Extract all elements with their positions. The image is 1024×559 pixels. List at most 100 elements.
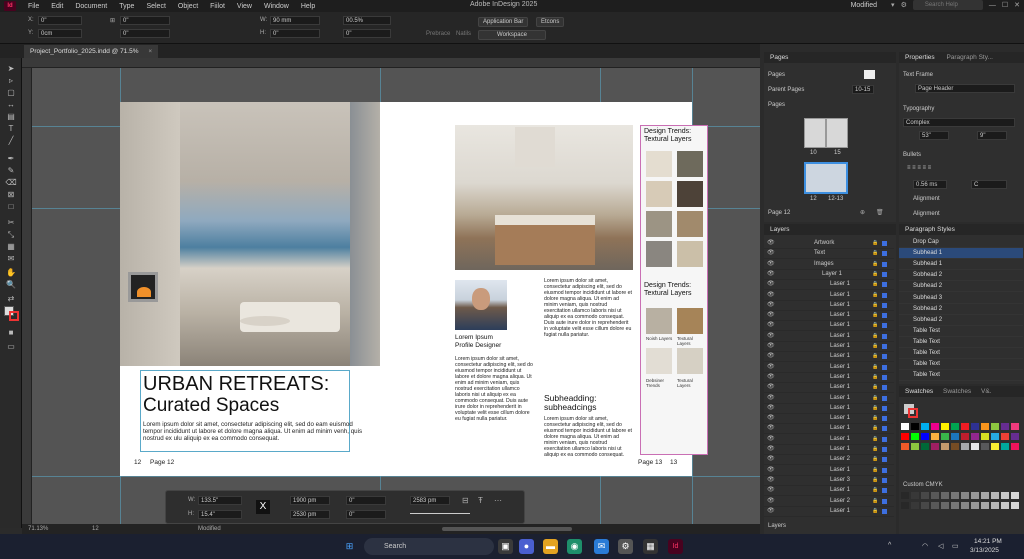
color-swatch[interactable] (981, 423, 989, 430)
angle-input[interactable]: 0" (120, 16, 170, 25)
x-social-icon[interactable]: X (256, 500, 270, 514)
gray-swatch[interactable] (1011, 492, 1019, 499)
color-swatch[interactable] (1001, 423, 1009, 430)
color-swatch[interactable] (1011, 423, 1019, 430)
gray-swatch[interactable] (911, 492, 919, 499)
color-swatch[interactable] (911, 423, 919, 430)
selection-tool-icon[interactable]: ➤ (5, 64, 17, 74)
gray-swatch[interactable] (1001, 492, 1009, 499)
bottom-extra-input[interactable]: 2583 pm (410, 496, 450, 505)
bottom-y-input[interactable]: 0" (346, 496, 386, 505)
paragraph-style-item[interactable]: Table Text (899, 359, 1023, 371)
left-page[interactable]: URBAN RETREATS: Curated Spaces Lorem ips… (120, 102, 400, 476)
bullets-section[interactable]: Bullets (903, 152, 921, 158)
indent-unit-dropdown[interactable]: C (971, 180, 1007, 189)
color-swatch[interactable] (931, 443, 939, 450)
y-input[interactable]: 0cm (38, 29, 82, 38)
gray-swatch[interactable] (911, 502, 919, 509)
gray-swatch[interactable] (961, 502, 969, 509)
apply-color-icon[interactable]: ■ (5, 328, 17, 338)
color-swatch[interactable] (991, 443, 999, 450)
menu-document[interactable]: Document (69, 3, 113, 10)
tab-paragraph-styles[interactable]: Paragraph Sty... (946, 54, 993, 61)
color-swatch[interactable] (981, 433, 989, 440)
close-icon[interactable]: ✕ (1014, 1, 1020, 9)
color-swatch[interactable] (971, 423, 979, 430)
bottom-h-input[interactable]: 15.4" (198, 510, 242, 519)
gray-swatch[interactable] (921, 492, 929, 499)
color-swatch[interactable] (951, 443, 959, 450)
teams-icon[interactable]: ● (519, 539, 534, 554)
color-swatch[interactable] (901, 433, 909, 440)
color-swatch[interactable] (941, 443, 949, 450)
workspace-dropdown[interactable]: Workspace (478, 30, 546, 40)
horizontal-ruler[interactable] (22, 58, 760, 68)
paragraph-style-item[interactable]: Table Text (899, 370, 1023, 382)
stroke-line-preview[interactable] (410, 513, 470, 514)
paragraph-style-item[interactable]: Table Test (899, 326, 1023, 337)
stroke-color-icon[interactable] (9, 311, 19, 321)
color-swatch[interactable] (911, 443, 919, 450)
pasteboard-canvas[interactable]: URBAN RETREATS: Curated Spaces Lorem ips… (32, 68, 760, 524)
color-swatch[interactable] (941, 433, 949, 440)
gray-swatch[interactable] (951, 492, 959, 499)
leading-input[interactable]: 9" (977, 131, 1007, 140)
color-swatch[interactable] (1011, 443, 1019, 450)
task-view-icon[interactable]: ▣ (498, 539, 513, 554)
menu-file[interactable]: File (22, 3, 45, 10)
bottom-w2-input[interactable]: 1900 pm (290, 496, 330, 505)
clock-time[interactable]: 14:21 PM (974, 538, 1002, 545)
page-header-field[interactable]: Page Header (915, 84, 1015, 93)
gray-swatch[interactable] (901, 502, 909, 509)
hand-tool-icon[interactable]: ✋ (5, 268, 17, 278)
preset-natils[interactable]: Natils (456, 31, 471, 37)
wifi-icon[interactable]: ◠ (922, 542, 928, 550)
paragraph-style-item[interactable]: Sobhead 2 (899, 270, 1023, 282)
gray-swatch[interactable] (971, 502, 979, 509)
tab-swatches-2[interactable]: Swatches (943, 388, 971, 395)
color-swatch[interactable] (1001, 443, 1009, 450)
edge-browser-icon[interactable]: ◉ (567, 539, 582, 554)
paragraph-style-item[interactable]: Subhead 3 (899, 293, 1023, 304)
swatch-stroke-icon[interactable] (908, 408, 918, 418)
page-thumbnail[interactable] (804, 118, 826, 148)
color-swatch[interactable] (1011, 433, 1019, 440)
color-swatch[interactable] (921, 433, 929, 440)
color-swatch[interactable] (911, 433, 919, 440)
swap-fill-stroke-icon[interactable]: ⇄ (5, 294, 17, 304)
color-swatch[interactable] (991, 423, 999, 430)
layer-row[interactable]: 👁 Laser 1 🔒 (764, 506, 894, 517)
menu-help[interactable]: Help (295, 3, 321, 10)
gray-swatch[interactable] (941, 502, 949, 509)
gray-swatch[interactable] (1001, 502, 1009, 509)
windows-start-icon[interactable]: ⊞ (342, 539, 357, 554)
paragraph-style-item[interactable]: Subhead 2 (899, 281, 1023, 293)
color-swatch[interactable] (941, 423, 949, 430)
paragraph-style-item[interactable]: Drop Cap (899, 237, 1023, 248)
right-page[interactable]: Lorem Ipsum Profile Designer Lorem ipsum… (400, 102, 708, 476)
color-swatch[interactable] (921, 423, 929, 430)
vertical-ruler[interactable] (22, 68, 32, 524)
font-style-dropdown[interactable]: Complex (903, 118, 1015, 127)
indesign-taskbar-icon[interactable]: Id (668, 539, 683, 554)
paragraph-style-item[interactable]: Subhead 1 (899, 248, 1023, 260)
gap-tool-icon[interactable]: ↔ (5, 100, 17, 110)
color-swatch[interactable] (961, 423, 969, 430)
paragraph-style-item[interactable]: Sobhead 2 (899, 315, 1023, 326)
modified-label[interactable]: Modified (851, 2, 877, 9)
color-swatch[interactable] (921, 443, 929, 450)
reference-point-icon[interactable]: ⊞ (110, 17, 115, 24)
content-collector-icon[interactable]: ▤ (5, 112, 17, 122)
more-options-icon[interactable]: ⋯ (494, 496, 502, 505)
gray-swatch[interactable] (991, 492, 999, 499)
paragraph-style-item[interactable]: Sobhead 2 (899, 304, 1023, 315)
alignment-section[interactable]: Alignment (913, 211, 940, 217)
x-input[interactable]: 0" (38, 16, 82, 25)
paragraph-style-item[interactable]: Table Text (899, 337, 1023, 348)
menu-select[interactable]: Select (140, 3, 171, 10)
shear-input[interactable]: 0" (120, 29, 170, 38)
document-tab[interactable]: Project_Portfolio_2025.indd @ 71.5% × (24, 45, 159, 58)
tab-swatches[interactable]: Swatches (905, 388, 933, 395)
color-swatch[interactable] (901, 443, 909, 450)
color-swatch[interactable] (981, 443, 989, 450)
